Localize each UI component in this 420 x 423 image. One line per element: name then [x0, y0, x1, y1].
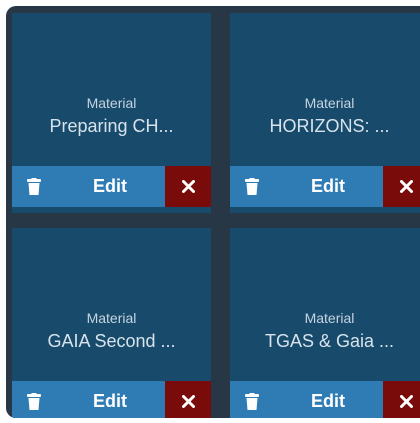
- material-card[interactable]: Material GAIA Second ... Edit: [12, 228, 211, 418]
- material-card[interactable]: Material TGAS & Gaia ... Edit: [230, 228, 420, 418]
- delete-button[interactable]: [12, 381, 55, 418]
- close-icon: [399, 395, 413, 408]
- edit-button[interactable]: Edit: [55, 381, 165, 418]
- trash-icon: [26, 178, 41, 195]
- card-actions: Edit: [12, 166, 211, 207]
- delete-button[interactable]: [12, 166, 55, 207]
- card-type-label: Material: [304, 310, 355, 326]
- card-meta: Material GAIA Second ...: [12, 309, 211, 353]
- edit-button[interactable]: Edit: [273, 166, 383, 207]
- card-meta: Material HORIZONS: ...: [230, 94, 420, 138]
- material-grid: Material Preparing CH... Edit Material H…: [6, 6, 420, 418]
- material-card[interactable]: Material HORIZONS: ... Edit: [230, 13, 420, 213]
- trash-icon: [244, 393, 259, 410]
- card-actions: Edit: [230, 166, 420, 207]
- trash-icon: [26, 393, 41, 410]
- remove-button[interactable]: [165, 166, 211, 207]
- card-meta: Material TGAS & Gaia ...: [230, 309, 420, 353]
- card-meta: Material Preparing CH...: [12, 94, 211, 138]
- card-title: HORIZONS: ...: [269, 116, 390, 136]
- close-icon: [399, 180, 413, 193]
- edit-button[interactable]: Edit: [273, 381, 383, 418]
- card-actions: Edit: [230, 381, 420, 418]
- material-card[interactable]: Material Preparing CH... Edit: [12, 13, 211, 213]
- card-title: GAIA Second ...: [47, 331, 176, 351]
- remove-button[interactable]: [165, 381, 211, 418]
- card-title: Preparing CH...: [49, 116, 174, 136]
- card-actions: Edit: [12, 381, 211, 418]
- remove-button[interactable]: [383, 166, 420, 207]
- delete-button[interactable]: [230, 381, 273, 418]
- close-icon: [181, 395, 195, 408]
- remove-button[interactable]: [383, 381, 420, 418]
- card-type-label: Material: [86, 95, 137, 111]
- card-type-label: Material: [86, 310, 137, 326]
- edit-button[interactable]: Edit: [55, 166, 165, 207]
- card-type-label: Material: [304, 95, 355, 111]
- trash-icon: [244, 178, 259, 195]
- close-icon: [181, 180, 195, 193]
- card-title: TGAS & Gaia ...: [264, 331, 395, 351]
- delete-button[interactable]: [230, 166, 273, 207]
